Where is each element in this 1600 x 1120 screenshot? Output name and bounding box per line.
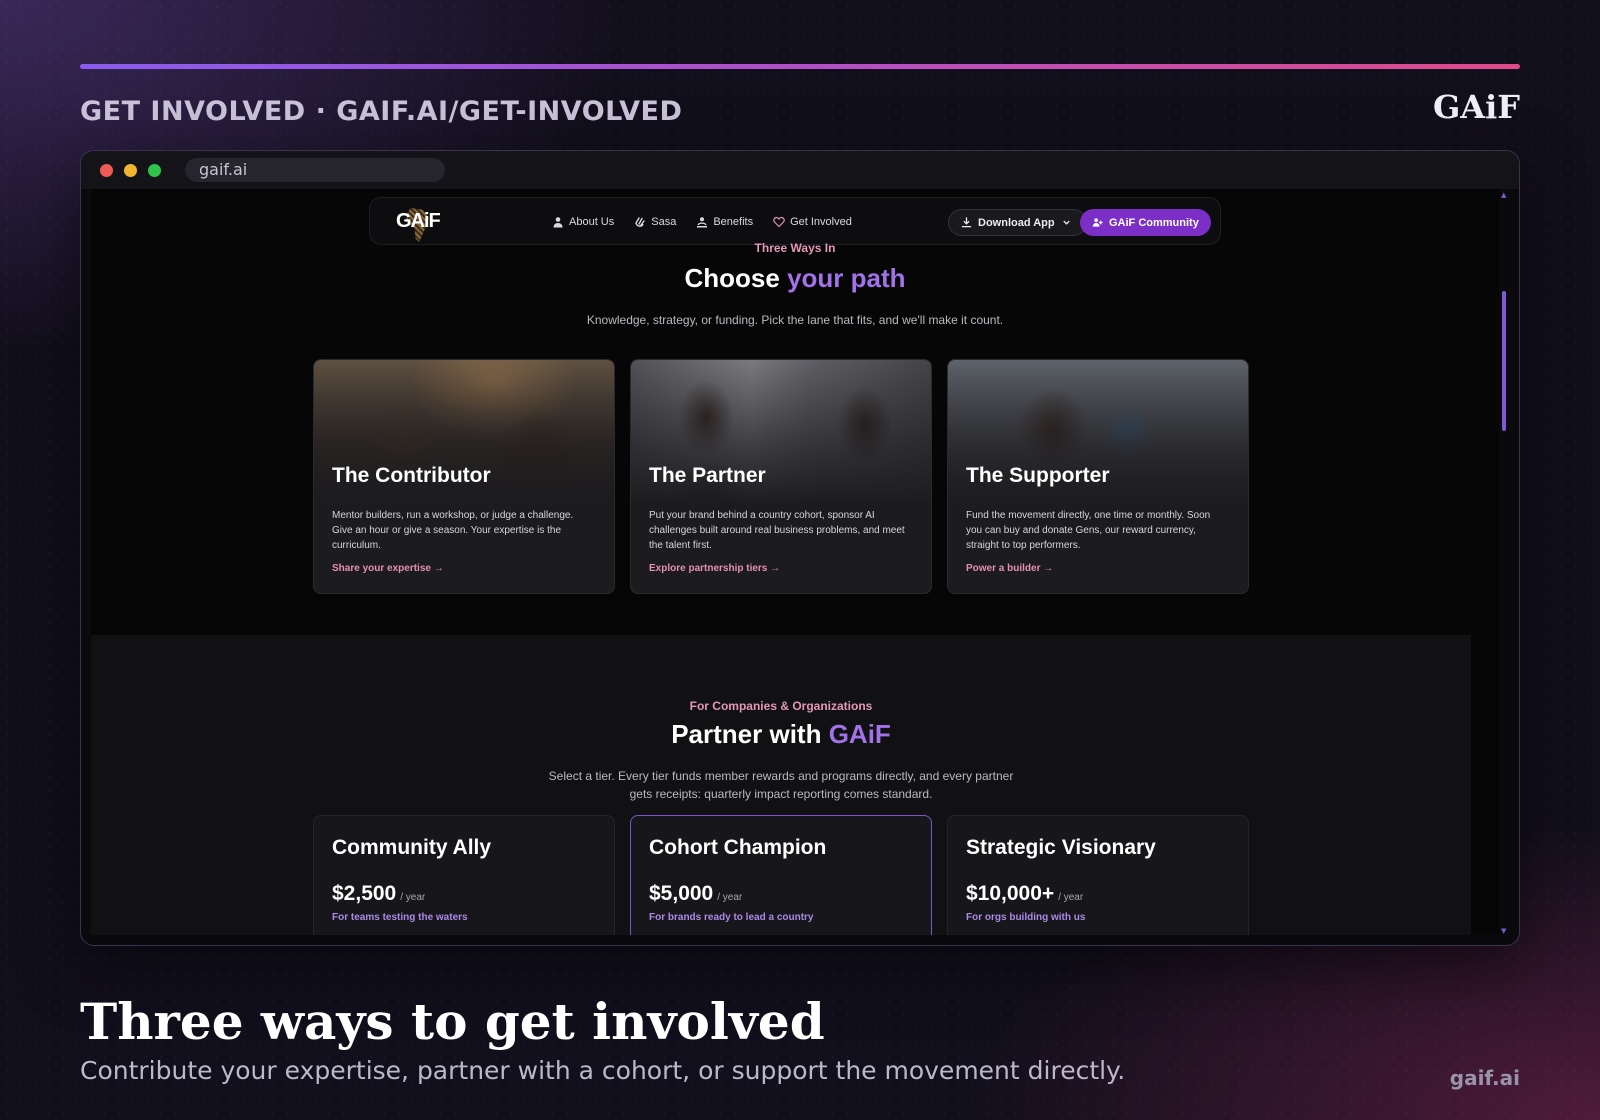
chevron-down-icon: [1062, 220, 1070, 225]
nav-link-label: Benefits: [713, 216, 754, 228]
scroll-down-arrow-icon[interactable]: ▼: [1501, 927, 1506, 935]
minimize-window-button[interactable]: [124, 164, 137, 177]
paths-subtitle: Knowledge, strategy, or funding. Pick th…: [586, 313, 1004, 327]
hand-icon: [635, 217, 645, 227]
nav-link-label: Get Involved: [790, 216, 852, 228]
nav-link-get-involved[interactable]: Get Involved: [773, 216, 852, 228]
nav-link-benefits[interactable]: Benefits: [696, 216, 753, 228]
site-watermark: gaif.ai: [1449, 1066, 1520, 1090]
partner-kicker: For Companies & Organizations: [689, 699, 873, 713]
tier-note: For orgs building with us: [966, 912, 1086, 923]
tier-name: Strategic Visionary: [966, 836, 1156, 859]
card-title: The Partner: [649, 464, 766, 487]
card-description: Mentor builders, run a workshop, or judg…: [332, 510, 574, 551]
power-builder-link[interactable]: Power a builder →: [966, 563, 1053, 574]
explore-tiers-link[interactable]: Explore partnership tiers →: [649, 563, 780, 574]
site-logo[interactable]: GAiF: [394, 206, 441, 242]
paths-title: Choose your path: [91, 263, 1499, 294]
caption-subtitle: Contribute your expertise, partner with …: [80, 1056, 1126, 1085]
tier-card-cohort-champion[interactable]: Cohort Champion $5,000/ year For brands …: [630, 815, 932, 935]
download-app-label: Download App: [978, 216, 1055, 229]
nav-link-sasa[interactable]: Sasa: [634, 216, 676, 228]
page-scrollbar[interactable]: ▲ ▼: [1501, 191, 1507, 935]
scroll-up-arrow-icon[interactable]: ▲: [1501, 191, 1506, 199]
site-navbar: GAiF About Us Sasa Benefits Get Involved…: [369, 197, 1221, 245]
tier-price-value: $2,500: [332, 882, 397, 905]
nav-link-label: Sasa: [651, 216, 677, 228]
close-window-button[interactable]: [100, 164, 113, 177]
scrollbar-thumb[interactable]: [1502, 291, 1506, 431]
tier-name: Cohort Champion: [649, 836, 827, 859]
share-expertise-link[interactable]: Share your expertise →: [332, 563, 444, 574]
users-icon: [1092, 218, 1103, 227]
partner-subtitle: Select a tier. Every tier funds member r…: [91, 767, 1471, 803]
download-app-button[interactable]: Download App: [948, 209, 1087, 236]
tier-name: Community Ally: [332, 836, 492, 859]
partner-tiers: Community Ally $2,500/ year For teams te…: [313, 815, 1249, 935]
card-title: The Supporter: [966, 464, 1110, 487]
partner-section: For Companies & Organizations Partner wi…: [91, 635, 1471, 935]
accent-bar: [80, 64, 1520, 69]
path-cards: The Contributor Mentor builders, run a w…: [313, 359, 1249, 594]
nav-link-about-us[interactable]: About Us: [552, 216, 614, 228]
page-viewport: GAiF About Us Sasa Benefits Get Involved…: [91, 189, 1499, 935]
person-icon: [553, 217, 563, 228]
card-title: The Contributor: [332, 464, 491, 487]
tier-price-value: $10,000+: [966, 882, 1055, 905]
tier-card-strategic-visionary[interactable]: Strategic Visionary $10,000+ / year For o…: [947, 815, 1249, 935]
tier-card-community-ally[interactable]: Community Ally $2,500/ year For teams te…: [313, 815, 615, 935]
gaif-community-button[interactable]: GAiF Community: [1080, 209, 1211, 236]
gaif-community-label: GAiF Community: [1109, 216, 1199, 229]
brand-logo: GAiF: [1432, 88, 1520, 126]
paths-title-accent: your path: [787, 263, 906, 293]
partner-subtitle-line-1: Select a tier. Every tier funds member r…: [548, 769, 1014, 783]
partner-title: Partner with GAiF: [91, 719, 1471, 750]
tier-price-value: $5,000: [649, 882, 714, 905]
browser-window: gaif.ai GAiF About Us Sasa Benefits Get …: [80, 150, 1520, 946]
page-eyebrow: GET INVOLVED · GAIF.AI/GET-INVOLVED: [80, 96, 683, 127]
browser-chrome: gaif.ai: [81, 151, 1519, 189]
tier-price: $10,000+ / year: [966, 882, 1083, 906]
partner-title-accent: GAiF: [828, 719, 891, 749]
site-logo-text: GAiF: [396, 210, 441, 232]
maximize-window-button[interactable]: [148, 164, 161, 177]
tier-note: For teams testing the waters: [332, 912, 468, 923]
url-bar[interactable]: gaif.ai: [185, 158, 445, 182]
nav-links: About Us Sasa Benefits Get Involved: [552, 198, 852, 246]
path-card-partner[interactable]: The Partner Put your brand behind a coun…: [630, 359, 932, 594]
path-card-contributor[interactable]: The Contributor Mentor builders, run a w…: [313, 359, 615, 594]
path-card-supporter[interactable]: The Supporter Fund the movement directly…: [947, 359, 1249, 594]
nav-link-label: About Us: [569, 216, 615, 228]
tier-note: For brands ready to lead a country: [649, 912, 814, 923]
partner-title-plain: Partner with: [671, 719, 822, 749]
download-icon: [961, 217, 972, 228]
tier-period: / year: [717, 892, 743, 903]
heart-icon: [773, 216, 785, 228]
caption-title: Three ways to get involved: [80, 992, 825, 1051]
gift-icon: [697, 217, 708, 228]
tier-price: $2,500/ year: [332, 882, 425, 906]
card-description: Put your brand behind a country cohort, …: [649, 510, 905, 551]
partner-subtitle-line-2: gets receipts: quarterly impact reportin…: [629, 787, 933, 801]
paths-title-plain: Choose: [684, 263, 780, 293]
tier-price: $5,000/ year: [649, 882, 742, 906]
card-description: Fund the movement directly, one time or …: [966, 510, 1211, 551]
tier-period: / year: [1058, 892, 1084, 903]
tier-period: / year: [400, 892, 426, 903]
paths-kicker: Three Ways In: [754, 241, 836, 255]
